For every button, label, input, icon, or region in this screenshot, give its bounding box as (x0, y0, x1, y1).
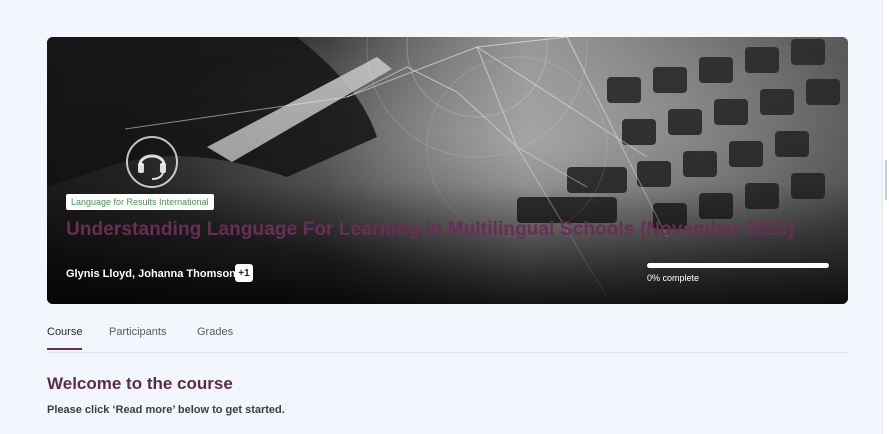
welcome-subtitle: Please click ‘Read more’ below to get st… (47, 404, 285, 416)
more-authors-badge[interactable]: +1 (235, 264, 253, 282)
right-edge-mark (885, 160, 887, 200)
tab-participants[interactable]: Participants (109, 326, 166, 348)
right-edge-panel (882, 0, 889, 434)
progress-bar (647, 263, 829, 268)
course-title: Understanding Language For Learning in M… (66, 219, 795, 240)
provider-badge: Language for Results International (66, 194, 214, 210)
course-authors: Glynis Lloyd, Johanna Thomson (66, 268, 236, 280)
tab-course[interactable]: Course (47, 326, 83, 350)
welcome-title: Welcome to the course (47, 374, 233, 393)
progress-label: 0% complete (647, 273, 700, 283)
course-hero-banner: Language for Results International Under… (47, 37, 848, 304)
tab-grades[interactable]: Grades (197, 326, 233, 348)
course-tabs: Course Participants Grades (47, 322, 848, 353)
headset-icon (126, 136, 178, 188)
